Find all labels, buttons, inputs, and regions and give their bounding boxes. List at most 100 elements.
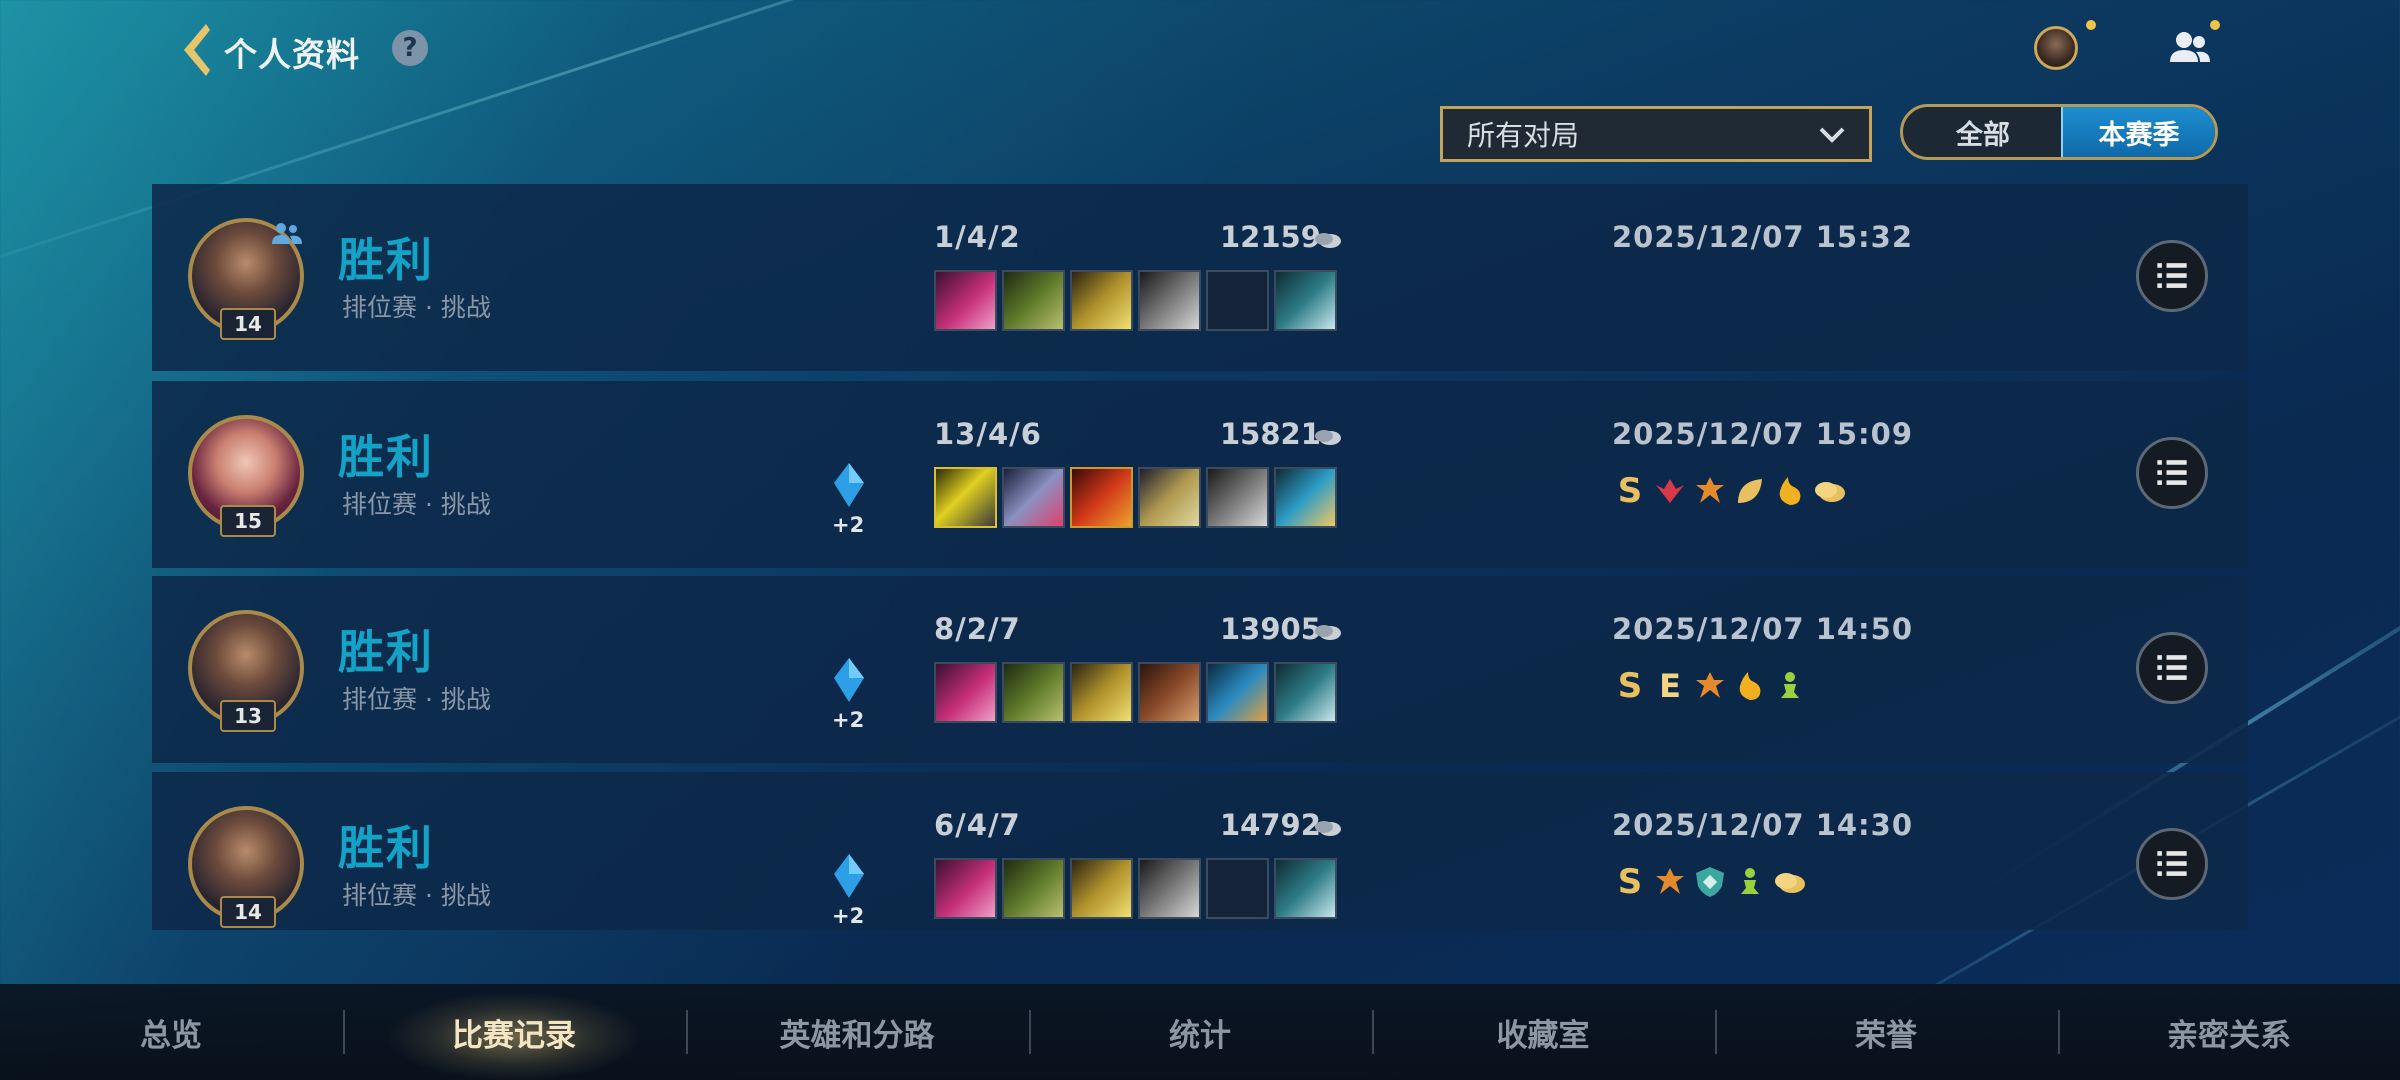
item-slot[interactable] <box>1138 270 1201 331</box>
match-card[interactable]: 15 胜利 排位赛 · 挑战 +2 13/4/6 15821 2025/12/0… <box>152 381 2248 568</box>
match-card[interactable]: 13 胜利 排位赛 · 挑战 +2 8/2/7 13905 2025/12/07… <box>152 576 2248 763</box>
match-card[interactable]: 14 胜利 排位赛 · 挑战 +2 6/4/7 14792 2025/12/07… <box>152 772 2248 930</box>
tab-relationships[interactable]: 亲密关系 <box>2079 984 2379 1080</box>
scope-toggle[interactable]: 全部 本赛季 <box>1900 104 2218 160</box>
item-slot[interactable] <box>934 858 997 919</box>
green-chess-icon <box>1781 672 1799 698</box>
chevron-down-icon <box>1819 127 1845 143</box>
back-arrow-icon[interactable] <box>176 20 216 80</box>
page-title: 个人资料 <box>224 35 360 74</box>
flame-icon <box>1739 672 1761 700</box>
match-detail-button[interactable] <box>2136 437 2208 509</box>
champion-level: 13 <box>220 700 276 732</box>
match-datetime: 2025/12/07 15:32 <box>1612 220 1914 254</box>
item-build <box>934 858 1337 919</box>
item-slot[interactable] <box>1070 270 1133 331</box>
bottom-tab-bar: 总览 比赛记录 英雄和分路 统计 收藏室 荣誉 亲密关系 <box>0 984 2400 1080</box>
match-mode: 排位赛 · 挑战 <box>342 490 491 519</box>
item-slot[interactable] <box>934 270 997 331</box>
item-slot[interactable] <box>1070 467 1133 528</box>
tab-divider <box>686 1010 688 1054</box>
match-list[interactable]: 14 胜利 排位赛 · 挑战 1/4/2 12159 2025/12/07 15… <box>152 184 2248 930</box>
scope-all-option[interactable]: 全部 <box>1903 107 2063 157</box>
green-chess-icon <box>1741 868 1759 894</box>
scope-season-option[interactable]: 本赛季 <box>2061 107 2215 157</box>
orange-crest-icon <box>1696 672 1724 698</box>
kda: 8/2/7 <box>934 612 1021 646</box>
tab-stats[interactable]: 统计 <box>1050 984 1350 1080</box>
item-build <box>934 467 1337 528</box>
match-datetime: 2025/12/07 14:50 <box>1612 612 1914 646</box>
lp-gem-icon <box>834 854 864 898</box>
lp-gem-icon <box>834 463 864 507</box>
teal-shield-icon <box>1696 867 1724 897</box>
help-icon[interactable]: ? <box>392 30 428 66</box>
kda: 6/4/7 <box>934 808 1021 842</box>
s-rank-badge: S <box>1617 666 1643 706</box>
lp-gain: +2 <box>832 904 865 928</box>
gold-leaf-icon <box>1738 479 1762 503</box>
gold-coin-icon <box>1315 233 1341 248</box>
orange-crest-icon <box>1656 868 1684 894</box>
champion-level: 14 <box>220 896 276 928</box>
party-icon <box>272 223 302 244</box>
item-slot[interactable] <box>1002 858 1065 919</box>
item-slot[interactable] <box>1138 662 1201 723</box>
item-slot[interactable] <box>1138 467 1201 528</box>
champion-level: 14 <box>220 308 276 340</box>
tab-honor[interactable]: 荣誉 <box>1736 984 2036 1080</box>
s-rank-badge: S <box>1617 862 1643 902</box>
tab-divider <box>1372 1010 1374 1054</box>
item-slot[interactable] <box>1070 662 1133 723</box>
tab-champions-roles[interactable]: 英雄和分路 <box>707 984 1007 1080</box>
item-slot[interactable] <box>1070 858 1133 919</box>
tab-divider <box>2058 1010 2060 1054</box>
item-slot-empty <box>1206 858 1269 919</box>
gold-coin-icon <box>1315 430 1341 445</box>
match-detail-button[interactable] <box>2136 632 2208 704</box>
item-slot[interactable] <box>1138 858 1201 919</box>
trinket-slot[interactable] <box>1274 467 1337 528</box>
match-result: 胜利 <box>338 821 434 875</box>
trinket-slot[interactable] <box>1274 858 1337 919</box>
gold-amount: 15821 <box>1220 417 1321 451</box>
item-slot[interactable] <box>1002 270 1065 331</box>
gold-coin-icon <box>1815 482 1845 502</box>
match-detail-button[interactable] <box>2136 240 2208 312</box>
match-result: 胜利 <box>338 233 434 287</box>
kda: 13/4/6 <box>934 417 1042 451</box>
match-card[interactable]: 14 胜利 排位赛 · 挑战 1/4/2 12159 2025/12/07 15… <box>152 184 2248 371</box>
gold-coin-icon <box>1775 873 1805 893</box>
e-badge: E <box>1659 667 1681 705</box>
match-mode: 排位赛 · 挑战 <box>342 881 491 910</box>
item-slot[interactable] <box>1206 467 1269 528</box>
lp-gem-icon <box>834 658 864 702</box>
match-datetime: 2025/12/07 15:09 <box>1612 417 1914 451</box>
friends-icon[interactable] <box>2166 28 2214 68</box>
match-detail-button[interactable] <box>2136 828 2208 900</box>
tab-overview[interactable]: 总览 <box>21 984 321 1080</box>
notification-dot <box>2210 20 2220 30</box>
gold-amount: 14792 <box>1220 808 1321 842</box>
tab-divider <box>1029 1010 1031 1054</box>
item-slot-empty <box>1206 270 1269 331</box>
tab-collection[interactable]: 收藏室 <box>1393 984 1693 1080</box>
trinket-slot[interactable] <box>1274 270 1337 331</box>
item-slot[interactable] <box>934 662 997 723</box>
item-slot[interactable] <box>1206 662 1269 723</box>
match-type-dropdown[interactable]: 所有对局 <box>1440 106 1872 162</box>
tab-match-history[interactable]: 比赛记录 <box>364 984 664 1080</box>
tab-divider <box>343 1010 345 1054</box>
lp-gain: +2 <box>832 708 865 732</box>
s-rank-badge: S <box>1617 471 1643 511</box>
item-slot[interactable] <box>1002 467 1065 528</box>
trinket-slot[interactable] <box>1274 662 1337 723</box>
item-slot[interactable] <box>1002 662 1065 723</box>
tab-divider <box>1715 1010 1717 1054</box>
match-result: 胜利 <box>338 625 434 679</box>
item-slot[interactable] <box>934 467 997 528</box>
item-build <box>934 662 1337 723</box>
achievement-badges: S E <box>1612 668 1808 704</box>
profile-avatar-icon[interactable] <box>2034 26 2078 70</box>
match-mode: 排位赛 · 挑战 <box>342 685 491 714</box>
